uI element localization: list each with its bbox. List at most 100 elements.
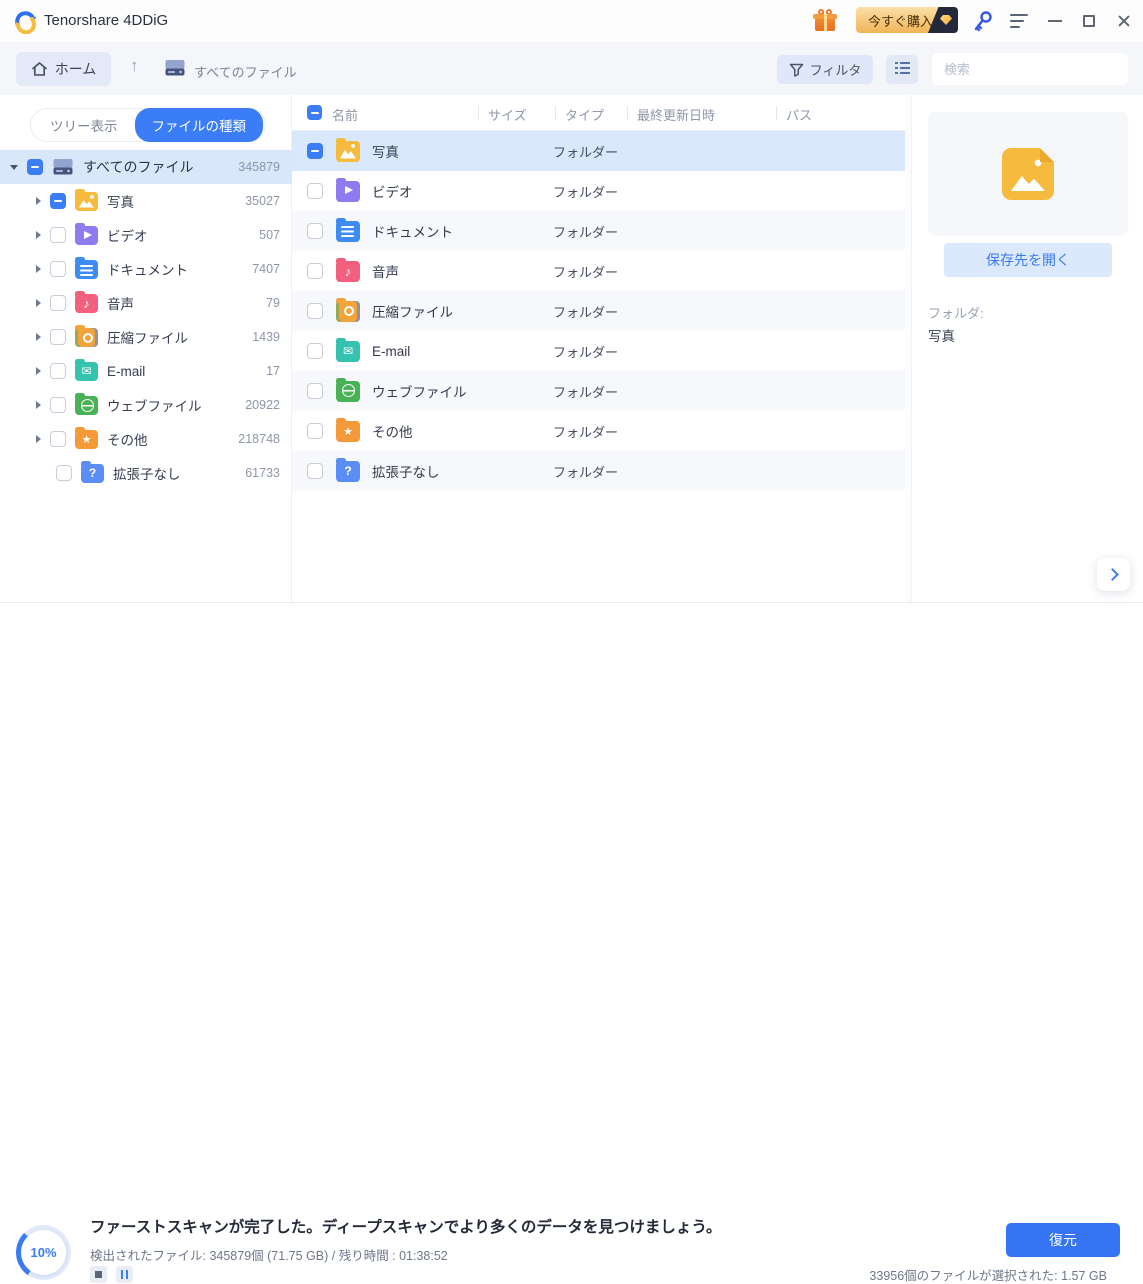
tree-item-videos[interactable]: ビデオ 507: [0, 218, 292, 252]
table-row-others[interactable]: その他 フォルダー: [292, 411, 905, 451]
checkbox-email[interactable]: [50, 363, 66, 379]
checkbox-all-files[interactable]: [27, 159, 43, 175]
breadcrumb[interactable]: すべてのファイル: [194, 62, 297, 81]
row-checkbox[interactable]: [307, 383, 323, 399]
app-title: Tenorshare 4DDiG: [44, 12, 168, 29]
row-checkbox[interactable]: [307, 143, 323, 159]
tab-file-types[interactable]: ファイルの種類: [135, 108, 264, 142]
checkbox-photos[interactable]: [50, 193, 66, 209]
open-destination-button[interactable]: 保存先を開く: [944, 243, 1112, 277]
checkbox-others[interactable]: [50, 431, 66, 447]
row-checkbox[interactable]: [307, 423, 323, 439]
expand-caret-icon[interactable]: [36, 197, 41, 205]
unknown-icon: [81, 464, 104, 483]
tree-item-audio[interactable]: 音声 79: [0, 286, 292, 320]
tree-item-no-extension[interactable]: 拡張子なし 61733: [0, 456, 292, 490]
navigation-toolbar: ホーム ↑ すべてのファイル フィルタ: [0, 42, 1143, 95]
expand-caret-icon[interactable]: [36, 401, 41, 409]
table-row-archives[interactable]: 圧縮ファイル フォルダー: [292, 291, 905, 331]
tree-item-count: 79: [266, 296, 280, 310]
tree-item-others[interactable]: その他 218748: [0, 422, 292, 456]
tree-item-count: 17: [266, 364, 280, 378]
row-checkbox[interactable]: [307, 223, 323, 239]
tree-item-documents[interactable]: ドキュメント 7407: [0, 252, 292, 286]
video-icon: [336, 181, 360, 202]
row-checkbox[interactable]: [307, 343, 323, 359]
tree-item-email[interactable]: E-mail 17: [0, 354, 292, 388]
title-bar: Tenorshare 4DDiG 今すぐ購入: [0, 0, 1143, 42]
table-row-email[interactable]: E-mail フォルダー: [292, 331, 905, 371]
row-type: フォルダー: [553, 182, 618, 201]
other-icon: [75, 430, 98, 449]
column-size[interactable]: サイズ: [488, 105, 527, 124]
scrollbar-track[interactable]: [905, 95, 912, 602]
table-row-documents[interactable]: ドキュメント フォルダー: [292, 211, 905, 251]
checkbox-archives[interactable]: [50, 329, 66, 345]
expand-caret-icon[interactable]: [36, 435, 41, 443]
maximize-button[interactable]: [1072, 0, 1106, 42]
close-button[interactable]: [1107, 0, 1141, 42]
column-modified[interactable]: 最終更新日時: [637, 105, 715, 124]
tree-item-archives[interactable]: 圧縮ファイル 1439: [0, 320, 292, 354]
column-type[interactable]: タイプ: [565, 105, 604, 124]
tree-item-count: 20922: [245, 398, 280, 412]
list-view-icon: [895, 62, 910, 77]
folder-name: 写真: [928, 325, 955, 345]
expand-caret-icon[interactable]: [36, 299, 41, 307]
maximize-icon: [1083, 15, 1095, 27]
column-divider: [555, 106, 556, 120]
view-mode-button[interactable]: [886, 55, 918, 84]
stop-scan-button[interactable]: [90, 1266, 107, 1283]
next-page-button[interactable]: [1097, 558, 1130, 591]
tree-item-photos[interactable]: 写真 35027: [0, 184, 292, 218]
close-icon: [1117, 14, 1131, 28]
row-checkbox[interactable]: [307, 263, 323, 279]
license-key-icon[interactable]: [972, 9, 994, 33]
scan-progress-ring: 10%: [16, 1225, 71, 1280]
expand-caret-icon[interactable]: [36, 333, 41, 341]
table-row-webfiles[interactable]: ウェブファイル フォルダー: [292, 371, 905, 411]
row-checkbox[interactable]: [307, 183, 323, 199]
table-row-no-extension[interactable]: 拡張子なし フォルダー: [292, 451, 905, 491]
select-all-checkbox[interactable]: [307, 105, 322, 120]
row-checkbox[interactable]: [307, 303, 323, 319]
tree-item-label: 拡張子なし: [113, 463, 181, 483]
row-name: 写真: [372, 141, 399, 161]
checkbox-documents[interactable]: [50, 261, 66, 277]
tree-item-webfiles[interactable]: ウェブファイル 20922: [0, 388, 292, 422]
row-checkbox[interactable]: [307, 463, 323, 479]
buy-now-label: 今すぐ購入: [856, 11, 933, 30]
pause-scan-button[interactable]: [116, 1266, 133, 1283]
checkbox-webfiles[interactable]: [50, 397, 66, 413]
minimize-button[interactable]: [1038, 0, 1072, 42]
home-button[interactable]: ホーム: [16, 52, 111, 86]
column-name[interactable]: 名前: [332, 105, 358, 124]
table-row-videos[interactable]: ビデオ フォルダー: [292, 171, 905, 211]
checkbox-no-extension[interactable]: [56, 465, 72, 481]
buy-now-button[interactable]: 今すぐ購入: [856, 7, 958, 33]
collapse-caret-icon[interactable]: [10, 165, 18, 170]
row-type: フォルダー: [553, 262, 618, 281]
menu-icon[interactable]: [1010, 14, 1028, 32]
tree-item-label: 写真: [107, 191, 134, 211]
tree-item-all-files[interactable]: すべてのファイル 345879: [0, 150, 292, 184]
column-path[interactable]: パス: [786, 105, 812, 124]
recover-button[interactable]: 復元: [1006, 1223, 1120, 1257]
up-level-icon[interactable]: ↑: [130, 56, 139, 76]
search-input[interactable]: [932, 62, 1128, 77]
email-icon: [75, 362, 98, 381]
expand-caret-icon[interactable]: [36, 265, 41, 273]
table-row-photos[interactable]: 写真 フォルダー: [292, 131, 905, 171]
tree-item-label: E-mail: [107, 364, 145, 379]
table-row-audio[interactable]: 音声 フォルダー: [292, 251, 905, 291]
expand-caret-icon[interactable]: [36, 367, 41, 375]
row-type: フォルダー: [553, 462, 618, 481]
gift-icon[interactable]: [813, 9, 837, 33]
scan-detail: 検出されたファイル: 345879個 (71.75 GB) / 残り時間 : 0…: [90, 1245, 448, 1264]
folder-label: フォルダ:: [928, 303, 984, 322]
expand-caret-icon[interactable]: [36, 231, 41, 239]
filter-button[interactable]: フィルタ: [777, 55, 873, 84]
checkbox-videos[interactable]: [50, 227, 66, 243]
checkbox-audio[interactable]: [50, 295, 66, 311]
tab-tree-view[interactable]: ツリー表示: [33, 108, 135, 142]
